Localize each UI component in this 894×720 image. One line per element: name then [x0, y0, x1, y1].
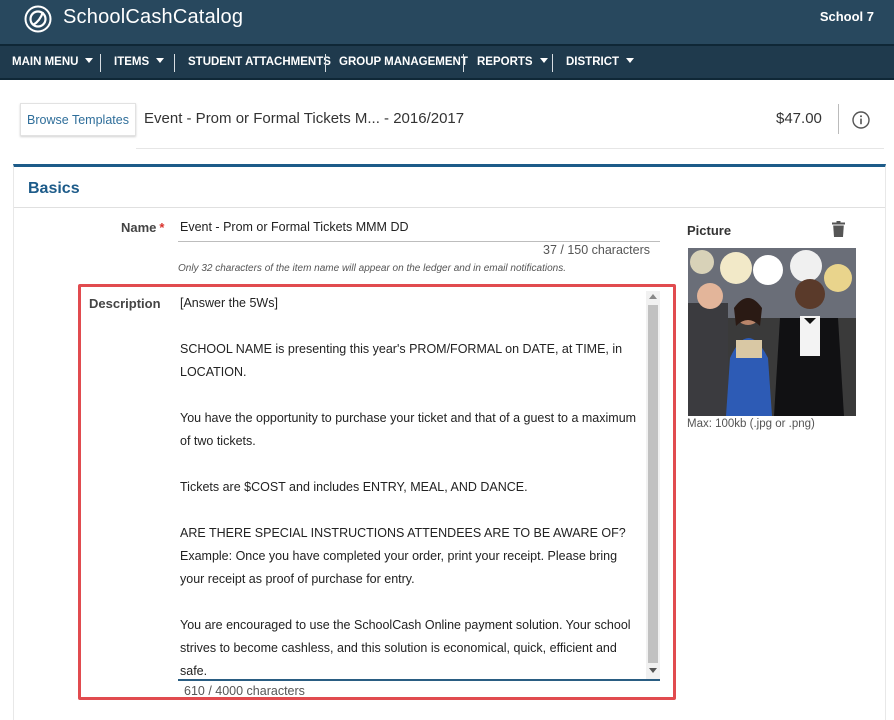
nav-label: MAIN MENU: [12, 56, 79, 68]
nav-label: REPORTS: [477, 56, 533, 68]
nav-divider: [325, 54, 326, 72]
picture-hint: Max: 100kb (.jpg or .png): [687, 418, 815, 430]
description-paragraph: Tickets are $COST and includes ENTRY, ME…: [180, 480, 528, 494]
info-icon[interactable]: [852, 111, 870, 129]
browse-templates-button[interactable]: Browse Templates: [20, 103, 136, 136]
app-title[interactable]: SchoolCashCatalog: [63, 6, 243, 29]
description-label: Description: [89, 296, 161, 311]
scrollbar-thumb[interactable]: [648, 305, 658, 663]
scroll-up-arrow-icon[interactable]: [649, 294, 657, 299]
picture-label: Picture: [687, 223, 732, 238]
name-label: Name *: [121, 220, 164, 235]
description-paragraph: You are encouraged to use the SchoolCash…: [180, 618, 631, 678]
nav-label: DISTRICT: [566, 56, 620, 68]
divider: [136, 148, 884, 149]
name-input-underline: [178, 241, 660, 242]
description-paragraph: ARE THERE SPECIAL INSTRUCTIONS ATTENDEES…: [180, 526, 626, 586]
name-hint: Only 32 characters of the item name will…: [178, 263, 566, 274]
description-paragraph: [180, 591, 640, 614]
divider: [838, 104, 839, 134]
chevron-down-icon: [539, 58, 548, 63]
description-char-count: 610 / 4000 characters: [184, 684, 305, 696]
nav-label: GROUP MANAGEMENT: [339, 56, 468, 68]
nav-main-menu[interactable]: MAIN MENU: [12, 46, 94, 78]
item-title: Event - Prom or Formal Tickets M... - 20…: [144, 110, 465, 127]
item-price: $47.00: [776, 110, 822, 127]
nav-divider: [100, 54, 101, 72]
school-selector[interactable]: School 7: [820, 9, 874, 24]
description-paragraph: SCHOOL NAME is presenting this year's PR…: [180, 342, 623, 379]
item-picture[interactable]: [688, 248, 856, 416]
description-paragraph: [180, 315, 640, 338]
description-paragraph: You have the opportunity to purchase you…: [180, 411, 637, 448]
nav-label: ITEMS: [114, 56, 150, 68]
prom-photo: [688, 248, 856, 416]
name-input[interactable]: Event - Prom or Formal Tickets MMM DD: [180, 220, 660, 234]
nav-label: STUDENT ATTACHMENTS: [188, 56, 331, 68]
nav-reports[interactable]: REPORTS: [477, 46, 548, 78]
app-header: SchoolCashCatalog School 7: [0, 0, 894, 44]
nav-divider: [174, 54, 175, 72]
nav-group-management[interactable]: GROUP MANAGEMENT: [339, 46, 468, 78]
divider: [14, 207, 885, 208]
nav-divider: [463, 54, 464, 72]
nav-district[interactable]: DISTRICT: [566, 46, 635, 78]
name-char-count: 37 / 150 characters: [543, 243, 651, 257]
chevron-down-icon: [156, 58, 165, 63]
main-nav: MAIN MENU ITEMS STUDENT ATTACHMENTS GROU…: [0, 44, 894, 80]
description-paragraph: [Answer the 5Ws]: [180, 296, 278, 310]
trash-icon[interactable]: [832, 221, 845, 237]
chevron-down-icon: [85, 58, 94, 63]
required-marker: *: [159, 220, 165, 235]
description-underline: [178, 679, 660, 681]
nav-items[interactable]: ITEMS: [114, 46, 165, 78]
description-content: [Answer the 5Ws] SCHOOL NAME is presentin…: [180, 292, 640, 683]
logo-icon[interactable]: [24, 5, 52, 33]
name-label-text: Name: [121, 220, 157, 235]
nav-student-attachments[interactable]: STUDENT ATTACHMENTS: [188, 46, 331, 78]
description-paragraph: [180, 453, 640, 476]
chevron-down-icon: [626, 58, 635, 63]
scroll-down-arrow-icon[interactable]: [649, 668, 657, 673]
nav-divider: [552, 54, 553, 72]
section-heading: Basics: [28, 180, 80, 197]
description-paragraph: [180, 499, 640, 522]
description-paragraph: [180, 384, 640, 407]
